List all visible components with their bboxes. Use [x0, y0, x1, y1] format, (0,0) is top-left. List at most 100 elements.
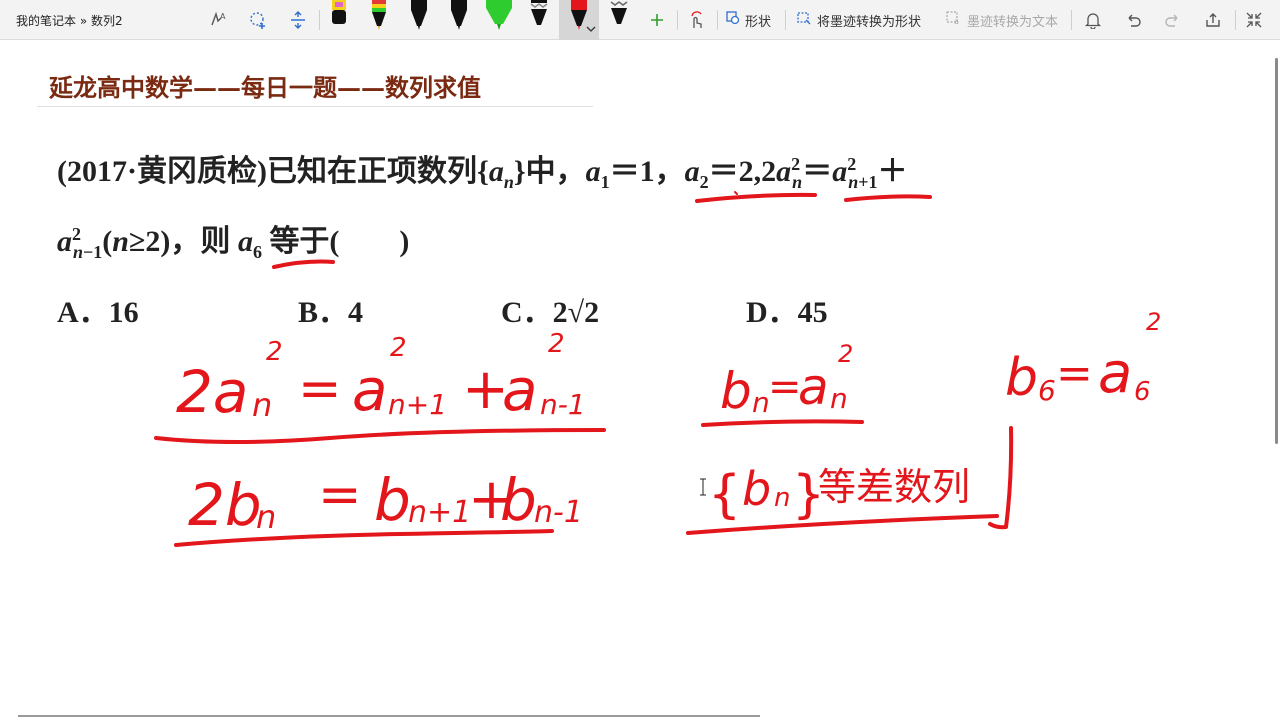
ink-to-text-label: 墨迹转换为文本	[967, 14, 1059, 30]
problem-source: (2017·黄冈质检)	[57, 155, 267, 188]
toolbar-separator	[1071, 10, 1072, 30]
ink-wave-line-1	[154, 428, 606, 444]
svg-text:a: a	[502, 356, 538, 424]
text-cursor-icon	[699, 478, 707, 496]
svg-text:2: 2	[548, 329, 565, 359]
svg-text:a: a	[352, 356, 388, 424]
svg-text:a: a	[1098, 341, 1132, 406]
problem-line-1: (2017·黄冈质检)已知在正项数列{an}中，a1＝1，a2＝2,2a2n＝a…	[57, 154, 908, 192]
svg-text:2: 2	[266, 337, 283, 367]
svg-text:2a: 2a	[176, 358, 248, 426]
choice-d-letter: D．	[746, 296, 798, 329]
svg-text:2: 2	[390, 333, 407, 363]
svg-text:2: 2	[838, 340, 853, 368]
share-icon[interactable]	[1201, 8, 1225, 32]
svg-text:2: 2	[1146, 308, 1161, 336]
insert-space-icon[interactable]	[286, 8, 310, 32]
choice-d: D．45	[746, 287, 828, 331]
lasso-add-icon[interactable]	[246, 8, 270, 32]
svg-text:b: b	[1005, 348, 1038, 408]
bottom-divider	[18, 715, 760, 717]
svg-text:6: 6	[1134, 377, 1151, 407]
svg-text:=: =	[1056, 348, 1093, 399]
choice-a-letter: A．	[57, 296, 109, 329]
ink-to-shape-button[interactable]: 将墨迹转换为形状	[796, 10, 921, 30]
choice-b-value: 4	[348, 296, 364, 329]
shapes-label: 形状	[745, 14, 772, 30]
svg-text:等差数列: 等差数列	[818, 465, 970, 509]
svg-text:n-1: n-1	[540, 388, 586, 421]
ink-annotations: 2a n 2 = a n+1 2 + a n-1 2 2b n = b n+1 …	[154, 191, 1161, 547]
ink-vertical-bar	[988, 426, 1014, 530]
svg-text:n+1: n+1	[388, 388, 447, 421]
pen-green-icon[interactable]	[484, 0, 514, 34]
shape-icon	[726, 11, 740, 29]
svg-text:n: n	[256, 498, 276, 536]
svg-text:a: a	[798, 358, 829, 416]
svg-text:n+1: n+1	[408, 495, 471, 530]
touch-draw-icon[interactable]	[684, 8, 708, 32]
bell-icon[interactable]	[1081, 8, 1105, 32]
ink-toolbar: 我的笔记本 » 数列2 A 形状 将墨迹转换为形状 a 墨迹转换为文本	[0, 0, 1280, 40]
problem-intro-text: 已知在正项数列	[267, 155, 477, 188]
svg-text:b: b	[742, 462, 771, 516]
page-title: 延龙高中数学——每日一题——数列求值	[49, 73, 481, 102]
title-divider	[37, 106, 593, 107]
pen-options-chevron-down-icon[interactable]	[584, 22, 598, 36]
ink-underline-a2	[844, 194, 932, 202]
choice-c: C．2√2	[501, 287, 599, 331]
svg-text:b: b	[720, 362, 752, 420]
choice-b-letter: B．	[298, 296, 349, 329]
toolbar-separator	[785, 10, 786, 30]
ink-to-text-button[interactable]: a 墨迹转换为文本	[946, 10, 1058, 30]
svg-text:=: =	[768, 364, 802, 410]
vertical-scrollbar[interactable]	[1275, 58, 1278, 444]
pen-dotted-icon[interactable]	[607, 0, 631, 34]
choice-a-value: 16	[108, 296, 139, 329]
svg-text:a: a	[954, 17, 959, 25]
toolbar-separator	[1235, 10, 1236, 30]
choice-c-letter: C．	[501, 296, 553, 329]
svg-text:+: +	[468, 467, 515, 532]
ink-to-shape-label: 将墨迹转换为形状	[817, 14, 922, 30]
toolbar-separator	[677, 10, 678, 30]
svg-text:=: =	[298, 359, 342, 419]
svg-text:+: +	[462, 357, 509, 422]
svg-text:n: n	[252, 386, 272, 424]
toolbar-separator	[717, 10, 718, 30]
ink-underline-def	[701, 419, 864, 427]
svg-text:n: n	[752, 386, 770, 419]
svg-text:}: }	[792, 465, 825, 525]
pen-black-2-icon[interactable]	[447, 0, 471, 34]
svg-text:2b: 2b	[188, 471, 262, 539]
pen-multicolor-icon[interactable]	[367, 0, 391, 34]
lasso-select-icon[interactable]: A	[206, 8, 230, 32]
svg-text:A: A	[220, 12, 226, 21]
pen-black-yellow-icon[interactable]	[327, 0, 351, 34]
exit-fullscreen-icon[interactable]	[1242, 8, 1266, 32]
breadcrumb[interactable]: 我的笔记本 » 数列2	[16, 12, 123, 29]
svg-text:{: {	[708, 465, 741, 525]
undo-icon[interactable]	[1121, 8, 1145, 32]
choice-a: A．16	[57, 287, 139, 331]
choice-d-value: 45	[797, 296, 828, 329]
svg-text:n: n	[774, 483, 790, 513]
shapes-button[interactable]: 形状	[726, 10, 771, 30]
svg-text:b: b	[374, 466, 411, 534]
choice-c-value: 2√2	[552, 296, 600, 329]
ink-to-text-icon: a	[946, 11, 962, 29]
ink-underline-a1	[695, 192, 817, 203]
redo-icon[interactable]	[1161, 8, 1185, 32]
add-pen-plus-icon[interactable]	[645, 8, 669, 32]
ink-to-shape-icon	[796, 11, 812, 29]
toolbar-separator	[319, 10, 320, 30]
problem-question-text: 等于( )	[269, 225, 410, 258]
svg-text:b: b	[500, 466, 537, 534]
pen-pattern-icon[interactable]	[527, 0, 551, 34]
ink-underline-seq	[686, 514, 999, 535]
svg-text:n-1: n-1	[534, 495, 583, 530]
svg-text:=: =	[318, 465, 362, 525]
problem-line-2: a2n−1(n≥2)，则 a6 等于( )	[57, 224, 410, 262]
pen-black-1-icon[interactable]	[407, 0, 431, 34]
ink-underline-eq2	[174, 529, 554, 547]
